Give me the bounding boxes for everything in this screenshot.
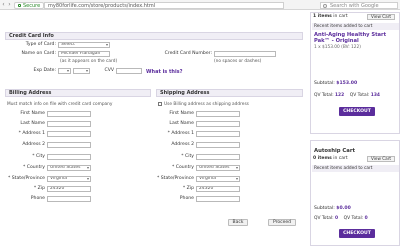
lock-icon bbox=[18, 3, 21, 7]
shipping-section-header: Shipping Address bbox=[156, 89, 303, 97]
cart-totals: QV Total: 122 QV Total: 134 bbox=[314, 93, 380, 98]
billing-address2-input[interactable] bbox=[47, 142, 91, 148]
shipping-first-name-label: First Name bbox=[169, 111, 194, 116]
billing-section-header: Billing Address bbox=[5, 89, 151, 97]
browser-toolbar: ‹ › Secure my80forlife.com/store/product… bbox=[0, 0, 400, 10]
autoship-recent-header: Recent items added to cart bbox=[312, 165, 399, 172]
shipping-state-label: * State/Province bbox=[156, 176, 194, 181]
sidebar: 1 items in cart View Cart Recent items a… bbox=[310, 10, 400, 250]
browser-search-input[interactable]: Search with Google bbox=[320, 1, 398, 9]
card-number-input[interactable] bbox=[214, 51, 276, 57]
billing-address1-label: * Address 1 bbox=[18, 131, 45, 136]
name-on-card-input[interactable]: Michael Flanagan bbox=[58, 51, 110, 57]
billing-phone-input[interactable] bbox=[47, 196, 91, 202]
checkout-form: Credit Card Info Type of Card: Select Na… bbox=[0, 10, 308, 250]
exp-month-select[interactable] bbox=[58, 68, 71, 74]
address-bar[interactable]: my80forlife.com/store/products/index.htm… bbox=[44, 1, 284, 9]
billing-address2-label: Address 2 bbox=[22, 142, 45, 147]
cvv-label: CVV bbox=[104, 68, 115, 73]
recent-items-header: Recent items added to cart bbox=[312, 23, 399, 30]
card-number-note: (no spaces or dashes) bbox=[214, 59, 262, 64]
shipping-phone-label: Phone bbox=[179, 196, 194, 201]
forward-arrow-icon[interactable]: › bbox=[7, 2, 12, 8]
billing-address1-input[interactable] bbox=[47, 131, 91, 137]
name-on-card-label: Name on Card: bbox=[21, 51, 57, 56]
credit-card-section-header: Credit Card Info bbox=[5, 32, 303, 40]
card-number-label: Credit Card Number: bbox=[164, 51, 212, 56]
autoship-title: Autoship Cart bbox=[314, 148, 356, 154]
billing-state-label: * State/Province bbox=[7, 176, 45, 181]
shipping-country-label: * Country bbox=[171, 165, 194, 170]
exp-year-select[interactable] bbox=[73, 68, 90, 74]
shipping-address1-input[interactable] bbox=[196, 131, 240, 137]
use-billing-label: Use Billing address as shipping address bbox=[164, 102, 249, 107]
billing-country-label: * Country bbox=[22, 165, 45, 170]
back-button[interactable]: Back bbox=[228, 219, 248, 226]
shipping-country-select[interactable]: United States bbox=[196, 165, 240, 171]
shipping-address2-input[interactable] bbox=[196, 142, 240, 148]
card-type-label: Type of Card: bbox=[25, 42, 56, 47]
shipping-last-name-input[interactable] bbox=[196, 121, 240, 127]
shipping-city-input[interactable] bbox=[196, 154, 240, 160]
billing-last-name-input[interactable] bbox=[47, 121, 91, 127]
search-icon bbox=[323, 3, 327, 8]
billing-first-name-input[interactable] bbox=[47, 111, 91, 117]
shipping-last-name-label: Last Name bbox=[169, 121, 194, 126]
back-arrow-icon[interactable]: ‹ bbox=[1, 2, 6, 8]
billing-country-select[interactable]: United States bbox=[47, 165, 91, 171]
billing-city-label: * City bbox=[32, 154, 45, 159]
shipping-address1-label: * Address 1 bbox=[167, 131, 194, 136]
autoship-view-cart-button[interactable]: View Cart bbox=[367, 156, 395, 162]
checkout-button[interactable]: CHECKOUT bbox=[339, 107, 375, 116]
billing-phone-label: Phone bbox=[30, 196, 45, 201]
autoship-subtotal: Subtotal: $0.00 bbox=[314, 206, 351, 211]
billing-must-match-note: Must match info on file with credit card… bbox=[7, 102, 113, 107]
view-cart-button[interactable]: View Cart bbox=[367, 14, 395, 20]
whats-this-link[interactable]: What is this? bbox=[146, 69, 183, 75]
billing-state-select[interactable]: Virginia bbox=[47, 176, 91, 182]
billing-zip-input[interactable]: 24320 bbox=[47, 186, 91, 192]
autoship-checkout-button[interactable]: CHECKOUT bbox=[339, 229, 375, 238]
shipping-zip-label: * Zip bbox=[182, 186, 194, 191]
name-on-card-note: (as it appears on the card) bbox=[60, 59, 118, 64]
cart-count: 1 items in cart bbox=[313, 14, 348, 19]
shipping-phone-input[interactable] bbox=[196, 196, 240, 202]
exp-date-label: Exp Date: bbox=[33, 68, 56, 73]
billing-last-name-label: Last Name bbox=[20, 121, 45, 126]
shipping-zip-input[interactable]: 24320 bbox=[196, 186, 240, 192]
cart-product-title[interactable]: Anti-Aging Healthy Start Pak™ - Original bbox=[314, 32, 398, 44]
billing-city-input[interactable] bbox=[47, 154, 91, 160]
shipping-address2-label: Address 2 bbox=[171, 142, 194, 147]
autoship-totals: QV Total: 0 QV Total: 0 bbox=[314, 216, 368, 221]
billing-first-name-label: First Name bbox=[20, 111, 45, 116]
use-billing-row: Use Billing address as shipping address bbox=[158, 102, 249, 107]
cart-product-sub: 1 x $153.00 (BV: 122) bbox=[314, 45, 361, 50]
cart-subtotal: Subtotal: $153.00 bbox=[314, 81, 358, 86]
billing-zip-label: * Zip bbox=[33, 186, 45, 191]
card-type-select[interactable]: Select bbox=[58, 42, 110, 48]
autoship-count: 0 items in cart bbox=[313, 156, 348, 161]
cvv-input[interactable] bbox=[116, 68, 142, 74]
autoship-panel: Autoship Cart 0 items in cart View Cart … bbox=[310, 140, 400, 246]
secure-indicator[interactable]: Secure bbox=[14, 1, 45, 9]
shipping-city-label: * City bbox=[181, 154, 194, 159]
proceed-button[interactable]: Proceed bbox=[268, 219, 296, 226]
use-billing-checkbox[interactable] bbox=[158, 102, 162, 106]
cart-panel: 1 items in cart View Cart Recent items a… bbox=[310, 12, 400, 134]
shipping-first-name-input[interactable] bbox=[196, 111, 240, 117]
shipping-state-select[interactable]: Virginia bbox=[196, 176, 240, 182]
